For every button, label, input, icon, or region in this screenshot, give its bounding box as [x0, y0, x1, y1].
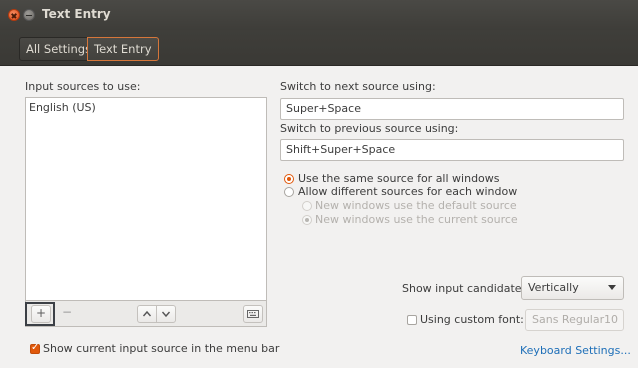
new-current-label: New windows use the current source	[315, 213, 518, 226]
menu-bar-label: Show current input source in the menu ba…	[43, 342, 280, 355]
title-bar: Text Entry	[0, 0, 638, 30]
move-up-button[interactable]	[137, 305, 157, 323]
switch-next-label: Switch to next source using:	[280, 80, 436, 93]
custom-font-checkbox[interactable]	[407, 315, 417, 325]
new-current-radio[interactable]	[302, 215, 312, 225]
list-item[interactable]: English (US)	[29, 101, 96, 114]
input-sources-list[interactable]: English (US)	[25, 97, 267, 301]
add-button-focus-ring	[25, 302, 55, 326]
new-default-radio[interactable]	[302, 201, 312, 211]
font-name: Sans Regular	[532, 313, 605, 326]
dropdown-arrow-icon	[608, 285, 616, 290]
keyboard-icon	[247, 310, 259, 318]
different-sources-radio[interactable]	[284, 187, 294, 197]
input-candidates-select[interactable]: Vertically	[521, 276, 624, 300]
window-title: Text Entry	[42, 7, 111, 21]
different-sources-label: Allow different sources for each window	[298, 185, 518, 198]
breadcrumb: All Settings Text Entry	[0, 30, 638, 66]
input-sources-label: Input sources to use:	[25, 80, 141, 93]
list-toolbar: + −	[25, 301, 267, 327]
font-chooser-button[interactable]: Sans Regular 10	[525, 309, 624, 331]
new-default-label: New windows use the default source	[315, 199, 517, 212]
font-size: 10	[604, 313, 618, 326]
chevron-down-icon	[161, 311, 171, 318]
chevron-up-icon	[142, 310, 152, 317]
keyboard-layout-button[interactable]	[243, 305, 263, 323]
keyboard-settings-link[interactable]: Keyboard Settings...	[520, 344, 631, 357]
input-candidates-label: Show input candidates:	[402, 282, 532, 295]
remove-source-button[interactable]: −	[57, 305, 77, 323]
custom-font-label: Using custom font:	[420, 313, 524, 326]
move-down-button[interactable]	[156, 305, 176, 323]
same-source-radio[interactable]	[284, 174, 294, 184]
menu-bar-checkbox[interactable]	[30, 342, 40, 354]
input-candidates-value: Vertically	[528, 281, 579, 294]
switch-prev-shortcut[interactable]: Shift+Super+Space	[280, 139, 624, 161]
same-source-label: Use the same source for all windows	[298, 172, 500, 185]
switch-prev-label: Switch to previous source using:	[280, 122, 459, 135]
close-icon[interactable]	[8, 9, 20, 21]
minimize-icon[interactable]	[23, 9, 35, 21]
switch-next-shortcut[interactable]: Super+Space	[280, 98, 624, 120]
breadcrumb-text-entry[interactable]: Text Entry	[87, 37, 159, 61]
